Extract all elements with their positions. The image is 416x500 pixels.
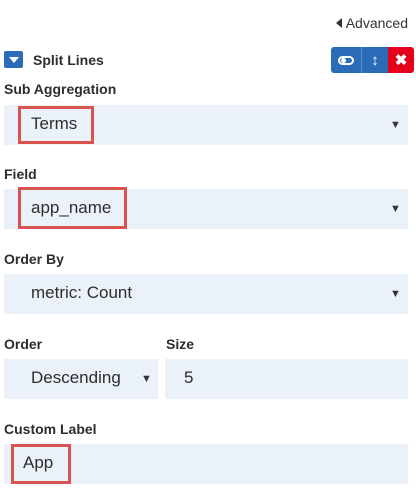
toggle-aggregation-button[interactable] xyxy=(331,47,361,73)
dropdown-caret-icon: ▼ xyxy=(390,203,401,215)
move-vertical-icon: ↕ xyxy=(371,51,379,69)
order-by-label: Order By xyxy=(4,251,64,267)
size-value: 5 xyxy=(184,368,194,387)
sub-aggregation-select[interactable]: Terms ▼ xyxy=(4,105,408,145)
order-select[interactable]: Descending ▼ xyxy=(4,359,158,399)
chevron-down-icon xyxy=(8,56,19,63)
collapse-button[interactable] xyxy=(4,51,23,68)
aggregation-title: Split Lines xyxy=(33,52,104,68)
sub-aggregation-label: Sub Aggregation xyxy=(4,81,117,97)
toggle-icon xyxy=(338,55,354,65)
custom-label-input[interactable]: App xyxy=(4,444,408,484)
move-aggregation-button[interactable]: ↕ xyxy=(361,47,388,73)
custom-label-value: App xyxy=(23,453,54,472)
advanced-label: Advanced xyxy=(345,15,408,31)
order-by-select[interactable]: metric: Count ▼ xyxy=(4,274,408,314)
order-value: Descending xyxy=(31,368,121,387)
field-select[interactable]: app_name ▼ xyxy=(4,189,408,229)
order-by-value: metric: Count xyxy=(31,283,133,302)
order-label: Order xyxy=(4,336,43,352)
field-label: Field xyxy=(4,166,37,182)
dropdown-caret-icon: ▼ xyxy=(390,288,401,300)
dropdown-caret-icon: ▼ xyxy=(390,119,401,131)
field-value: app_name xyxy=(31,198,112,217)
custom-label-label: Custom Label xyxy=(4,421,97,437)
size-input[interactable]: 5 xyxy=(165,359,408,399)
size-label: Size xyxy=(166,336,195,352)
dropdown-caret-icon: ▼ xyxy=(141,373,152,385)
caret-left-icon xyxy=(335,18,342,28)
remove-aggregation-button[interactable]: ✖ xyxy=(388,47,414,73)
advanced-toggle-link[interactable]: Advanced xyxy=(335,15,408,31)
close-icon: ✖ xyxy=(394,51,408,69)
sub-aggregation-value: Terms xyxy=(31,114,78,133)
aggregation-controls: ↕ ✖ xyxy=(331,47,414,73)
